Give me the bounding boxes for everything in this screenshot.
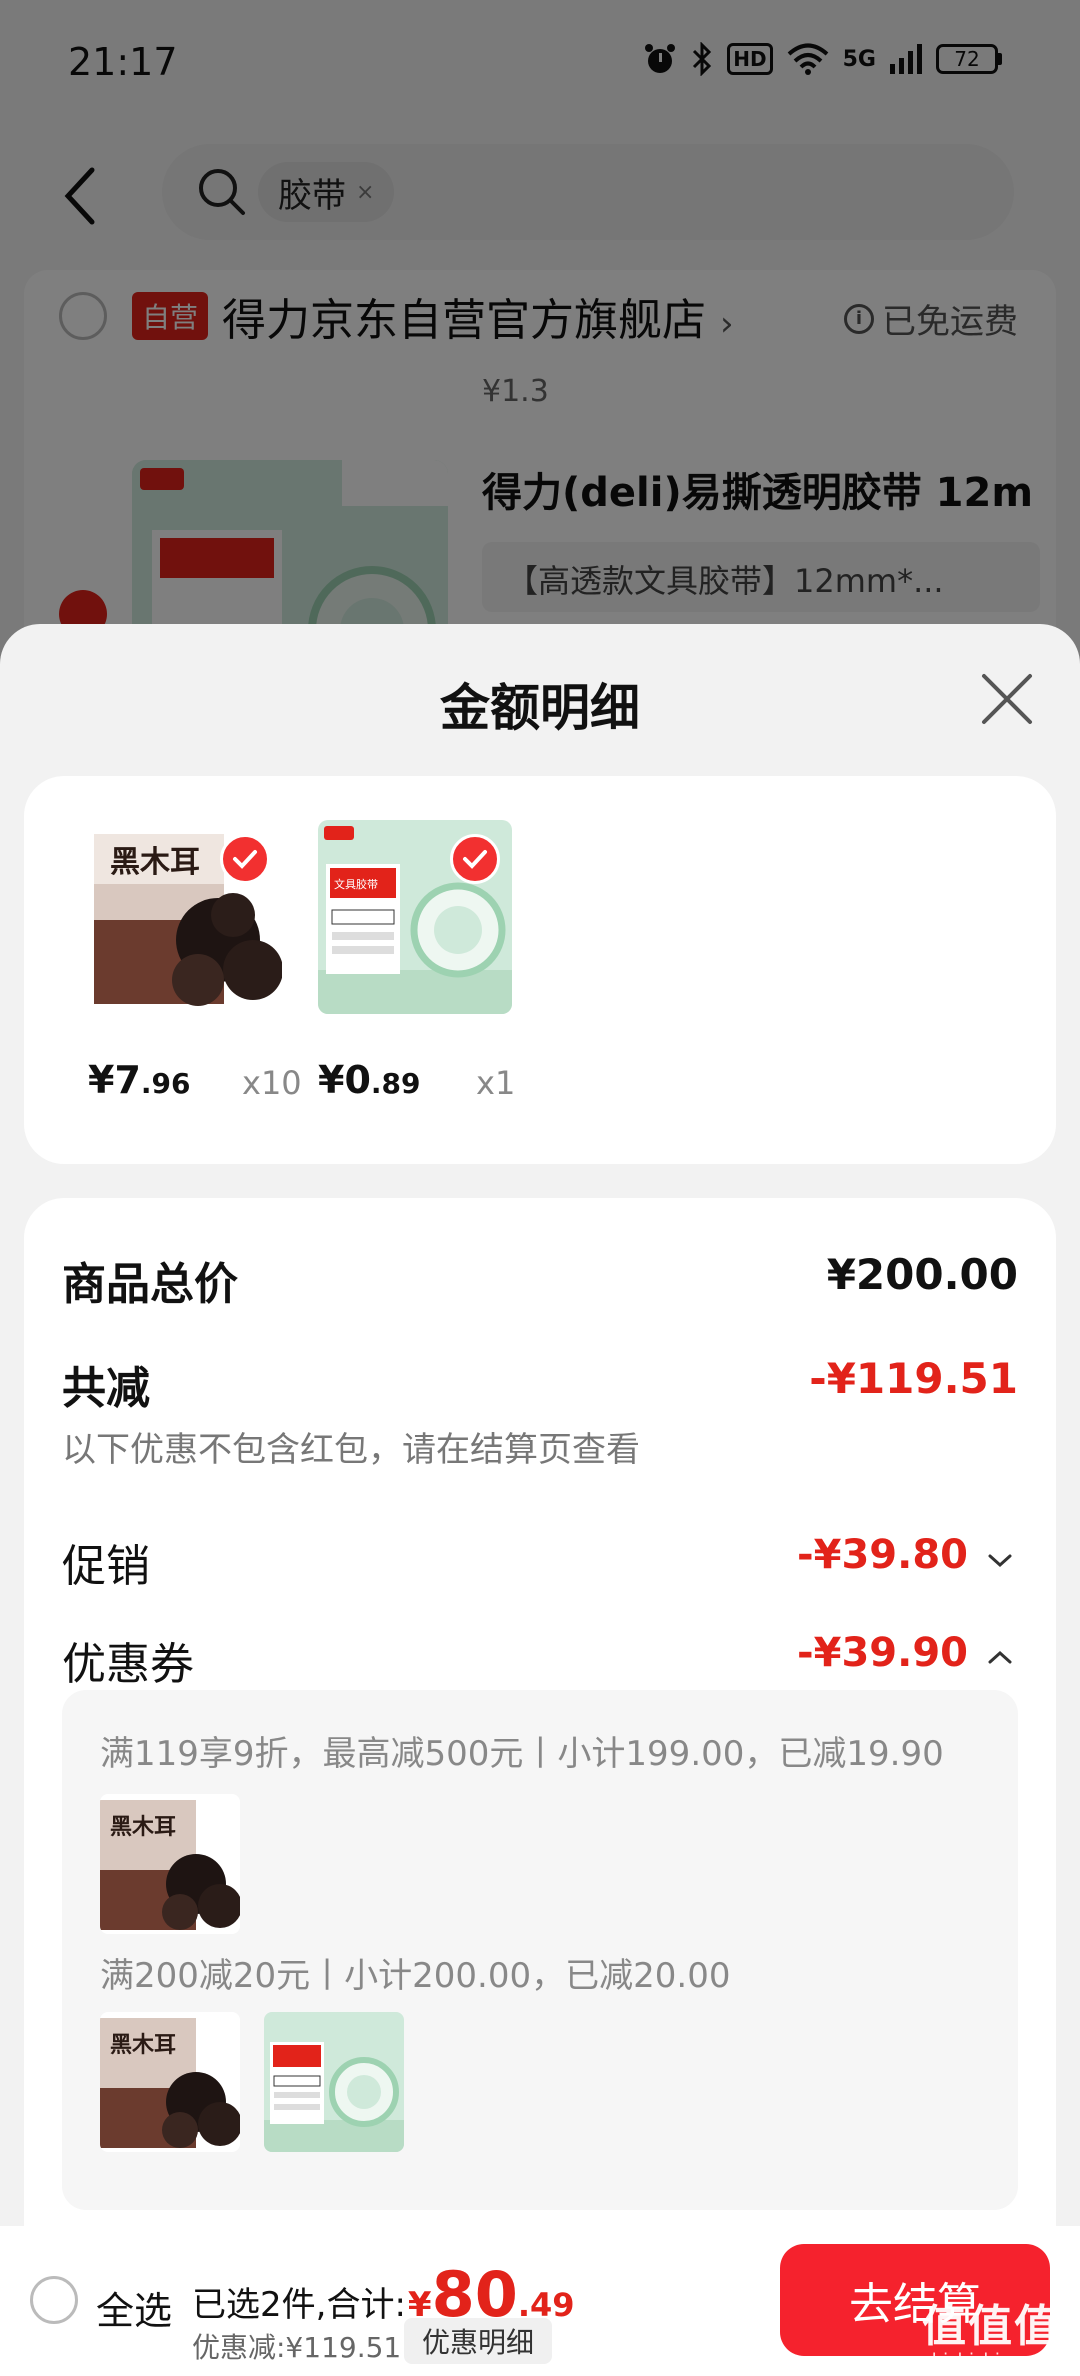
sheet-title: 金额明细 — [440, 679, 640, 737]
checkout-bar: 全选 已选2件,合计: ¥ 80 .49 优惠减:¥119.51 优惠明细 去结… — [0, 2226, 1080, 2376]
watermark-url: zhizhizhi.com — [922, 2350, 1044, 2371]
item-price: ¥0.89 — [318, 1058, 421, 1102]
coupon-label[interactable]: 优惠券 — [62, 1628, 194, 1692]
total-reduction-label: 共减 — [62, 1363, 150, 1414]
selected-item[interactable]: 文具胶带 ¥0.89 x1 — [318, 820, 515, 1102]
item-image-tape: 文具胶带 — [318, 820, 512, 1014]
select-all-radio[interactable] — [30, 2276, 78, 2324]
amount-detail-sheet: 金额明细 黑木耳 ¥7.96 x10 文具胶带 ¥0.89 x1 商品总价 ¥2… — [0, 624, 1080, 2376]
select-all-label[interactable]: 全选 — [96, 2280, 172, 2335]
chevron-down-icon[interactable] — [986, 1552, 1014, 1570]
price-decimal: .96 — [140, 1067, 191, 1100]
item-quantity: x1 — [476, 1064, 516, 1102]
selected-check-icon — [450, 834, 500, 884]
promotion-amount[interactable]: -¥39.80 — [797, 1532, 968, 1578]
coupon-item-image-black-fungus: 黑木耳 — [100, 2012, 240, 2152]
selected-check-icon — [220, 834, 270, 884]
selected-items-card: 黑木耳 ¥7.96 x10 文具胶带 ¥0.89 x1 — [24, 776, 1056, 1164]
coupon-item-image-tape — [264, 2012, 404, 2152]
goods-total-amount: ¥200.00 — [826, 1250, 1018, 1299]
total-reduction-amount: -¥119.51 — [809, 1354, 1018, 1403]
svg-text:黑木耳: 黑木耳 — [110, 845, 200, 880]
price-integer: ¥7 — [88, 1058, 141, 1102]
reduction-note: 以下优惠不包含红包，请在结算页查看 — [62, 1430, 640, 1470]
svg-text:黑木耳: 黑木耳 — [110, 2033, 176, 2058]
svg-text:黑木耳: 黑木耳 — [110, 1815, 176, 1840]
price-detail-card: 商品总价 ¥200.00 共减 -¥119.51 以下优惠不包含红包，请在结算页… — [24, 1198, 1056, 2376]
discount-total: 优惠减:¥119.51 — [192, 2331, 402, 2364]
item-image-black-fungus: 黑木耳 — [88, 820, 282, 1014]
item-quantity: x10 — [242, 1064, 302, 1102]
coupon-rule: 满200减20元丨小计200.00，已减20.00 — [100, 1956, 731, 1996]
svg-text:文具胶带: 文具胶带 — [334, 877, 378, 891]
coupon-detail-box: 满119享9折，最高减500元丨小计199.00，已减19.90 黑木耳 满20… — [62, 1690, 1018, 2210]
coupon-amount[interactable]: -¥39.90 — [797, 1630, 968, 1676]
chevron-up-icon[interactable] — [986, 1648, 1014, 1666]
price-decimal: .89 — [370, 1067, 421, 1100]
goods-total-label: 商品总价 — [62, 1259, 238, 1310]
promotion-label[interactable]: 促销 — [62, 1530, 150, 1594]
summary-prefix: 已选2件,合计: — [192, 2285, 406, 2325]
coupon-item-image-black-fungus: 黑木耳 — [100, 1794, 240, 1934]
price-integer: ¥0 — [318, 1058, 371, 1102]
close-icon[interactable] — [980, 672, 1034, 726]
coupon-rule: 满119享9折，最高减500元丨小计199.00，已减19.90 — [100, 1734, 944, 1774]
discount-detail-button[interactable]: 优惠明细 — [404, 2318, 553, 2364]
selected-item[interactable]: 黑木耳 ¥7.96 x10 — [88, 820, 302, 1102]
watermark-logo: 值值值 — [922, 2301, 1060, 2352]
item-price: ¥7.96 — [88, 1058, 191, 1102]
